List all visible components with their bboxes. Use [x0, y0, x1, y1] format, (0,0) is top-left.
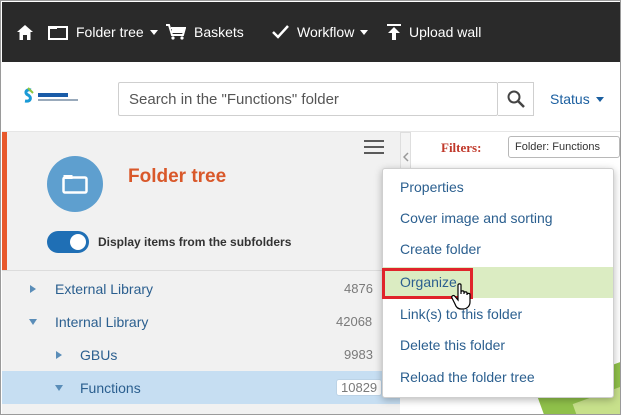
nav-workflow-label: Workflow [297, 24, 355, 40]
tree-item-count: 9983 [344, 347, 373, 362]
filter-chip[interactable]: Folder: Functions [508, 136, 620, 158]
search-toolbar: Status [2, 62, 620, 132]
status-dropdown[interactable]: Status [550, 91, 604, 107]
folder-tree: External Library 4876 Internal Library 4… [2, 270, 400, 404]
home-icon [17, 24, 33, 40]
folder-badge [47, 156, 103, 212]
folder-outline-icon [48, 25, 68, 40]
menu-item-delete-folder[interactable]: Delete this folder [383, 330, 613, 361]
nav-folder-tree[interactable]: Folder tree [48, 2, 166, 62]
tree-item-label: Functions [80, 379, 141, 396]
menu-item-cover-image-sorting[interactable]: Cover image and sorting [383, 203, 613, 234]
tree-item-count: 10829 [336, 379, 383, 396]
tree-item-label: Internal Library [55, 313, 149, 330]
hamburger-line [364, 152, 384, 154]
search-box [118, 82, 499, 116]
chevron-down-icon [149, 29, 158, 35]
folder-icon [62, 175, 88, 194]
panel-menu-button[interactable] [364, 140, 384, 156]
toggle-knob [70, 234, 86, 250]
brand-logo[interactable] [22, 87, 84, 105]
panel-title: Folder tree [128, 166, 227, 187]
status-label: Status [550, 91, 590, 107]
chevron-right-icon[interactable] [56, 350, 62, 359]
nav-baskets-label: Baskets [194, 24, 244, 40]
upload-icon [387, 24, 401, 40]
nav-upload-wall-label: Upload wall [409, 24, 482, 40]
search-button[interactable] [498, 82, 534, 116]
nav-folder-tree-label: Folder tree [76, 24, 144, 40]
accent-bar [2, 132, 7, 270]
nav-baskets[interactable]: Baskets [166, 2, 272, 62]
top-navbar: Folder tree Baskets Workflow Upload wall [2, 2, 620, 62]
chevron-left-icon [402, 152, 409, 162]
tree-item-count: 42068 [336, 314, 373, 329]
solvay-logo-icon [24, 87, 78, 103]
tree-item-gbus[interactable]: GBUs 9983 [2, 338, 400, 371]
app-window: Folder tree Baskets Workflow Upload wall… [0, 0, 621, 415]
nav-workflow[interactable]: Workflow [272, 2, 387, 62]
search-icon [507, 90, 525, 108]
chevron-down-icon[interactable] [55, 384, 63, 391]
hand-cursor-icon [451, 283, 471, 310]
cart-icon [166, 24, 186, 40]
folder-tree-panel: Folder tree Display items from the subfo… [2, 132, 400, 414]
chevron-down-icon[interactable] [29, 318, 37, 325]
chevron-right-icon[interactable] [30, 284, 36, 293]
filters-label: Filters: [441, 140, 482, 155]
tree-item-external-library[interactable]: External Library 4876 [2, 272, 400, 305]
tree-item-internal-library[interactable]: Internal Library 42068 [2, 305, 400, 338]
subfolders-toggle[interactable] [47, 231, 89, 253]
nav-upload-wall[interactable]: Upload wall [387, 2, 517, 62]
tree-item-label: GBUs [80, 346, 118, 363]
tree-item-count: 4876 [344, 281, 373, 296]
tree-item-functions[interactable]: Functions 10829 [2, 371, 400, 404]
home-button[interactable] [2, 2, 48, 62]
menu-item-reload-tree[interactable]: Reload the folder tree [383, 362, 613, 393]
chevron-down-icon [595, 96, 604, 102]
subfolders-toggle-label: Display items from the subfolders [98, 235, 292, 249]
hamburger-line [364, 146, 384, 148]
hamburger-icon [364, 140, 384, 142]
menu-item-links-to-folder[interactable]: Link(s) to this folder [383, 299, 613, 330]
menu-item-create-folder[interactable]: Create folder [383, 234, 613, 265]
search-input[interactable] [119, 83, 499, 115]
menu-item-properties[interactable]: Properties [383, 172, 613, 203]
tree-item-label: External Library [55, 280, 154, 297]
chevron-down-icon [360, 29, 369, 35]
check-icon [272, 25, 289, 39]
